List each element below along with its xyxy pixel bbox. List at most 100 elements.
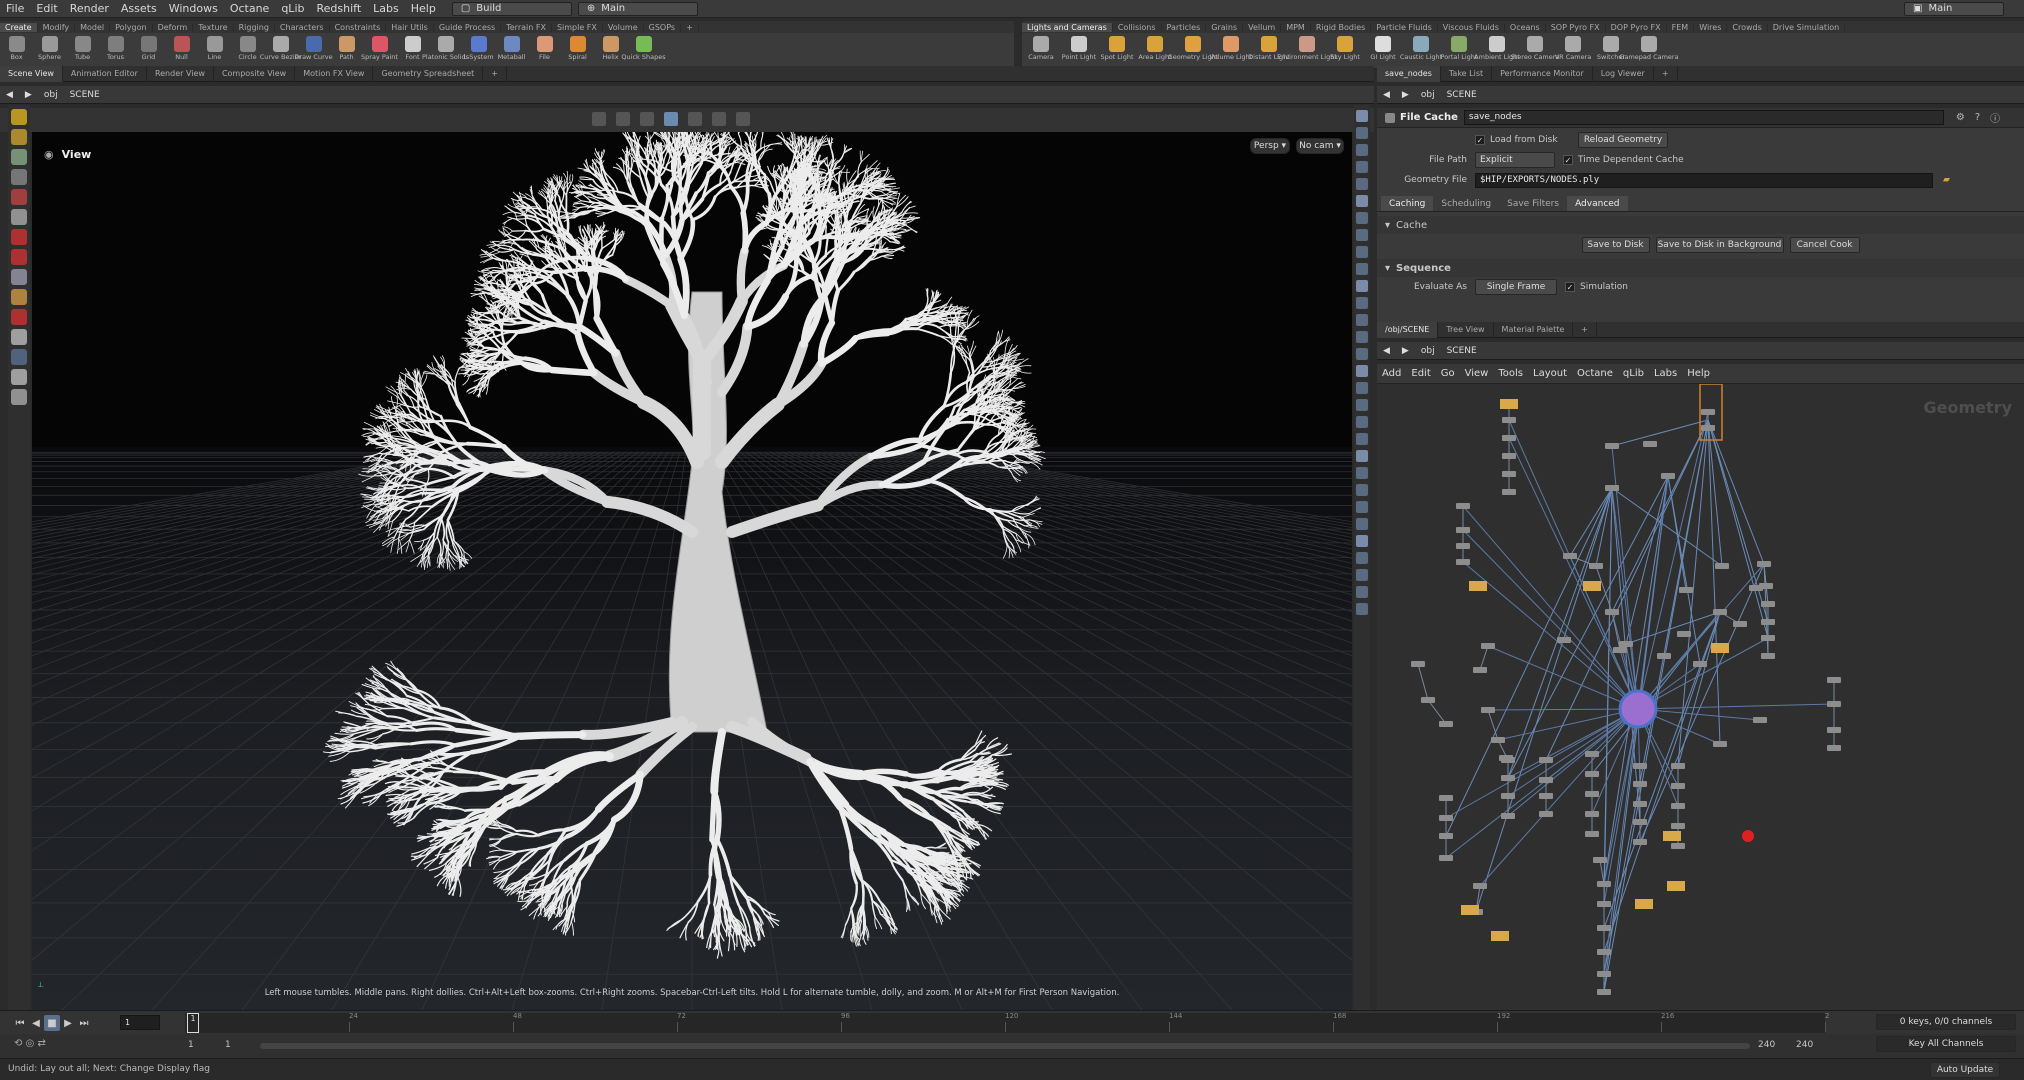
tool-l-system[interactable]: L-System <box>462 33 495 61</box>
network-node[interactable] <box>1693 661 1707 667</box>
snap-icon[interactable] <box>592 112 606 126</box>
network-node[interactable] <box>1456 503 1470 509</box>
forward-icon[interactable]: ▶ <box>19 90 38 100</box>
play-icon[interactable]: ▶ <box>60 1015 76 1031</box>
viewer-tool-icon[interactable] <box>11 129 27 145</box>
snap-icon[interactable] <box>688 112 702 126</box>
timeline-track[interactable]: 24 48 72 96 120 144 168 192 216 2 1 <box>185 1012 1829 1033</box>
path-obj[interactable]: obj <box>1415 90 1441 100</box>
network-node[interactable] <box>1713 741 1727 747</box>
network-node[interactable] <box>1671 783 1685 789</box>
tool-null[interactable]: Null <box>165 33 198 61</box>
network-node[interactable] <box>1761 619 1775 625</box>
range-end2[interactable]: 240 <box>1796 1040 1813 1050</box>
file-node[interactable] <box>1663 831 1681 841</box>
tool-portal-light[interactable]: Portal Light <box>1440 33 1478 61</box>
snap-icon[interactable] <box>712 112 726 126</box>
tool-line[interactable]: Line <box>198 33 231 61</box>
tool-volume-light[interactable]: Volume Light <box>1210 33 1252 61</box>
shelf-tab[interactable]: SOP Pyro FX <box>1546 22 1606 32</box>
display-option-icon[interactable] <box>1356 229 1368 241</box>
shelf-tab[interactable]: Oceans <box>1505 22 1546 32</box>
network-node[interactable] <box>1605 609 1619 615</box>
file-path-mode-menu[interactable]: Explicit <box>1475 152 1555 168</box>
network-node[interactable] <box>1539 757 1553 763</box>
network-node[interactable] <box>1585 811 1599 817</box>
network-node[interactable] <box>1456 559 1470 565</box>
network-node[interactable] <box>1557 637 1571 643</box>
key-all-button[interactable]: Key All Channels <box>1876 1036 2016 1052</box>
playhead[interactable]: 1 <box>187 1013 199 1033</box>
tool-sky-light[interactable]: Sky Light <box>1326 33 1364 61</box>
network-node[interactable] <box>1619 641 1633 647</box>
network-node[interactable] <box>1749 585 1763 591</box>
network-node[interactable] <box>1499 755 1513 761</box>
network-node[interactable] <box>1593 857 1607 863</box>
file-node[interactable] <box>1461 905 1479 915</box>
display-option-icon[interactable] <box>1356 399 1368 411</box>
viewer-tool-icon[interactable] <box>11 229 27 245</box>
viewer-tool-icon[interactable] <box>11 209 27 225</box>
network-node[interactable] <box>1613 647 1627 653</box>
tool-gamepad-camera[interactable]: Gamepad Camera <box>1619 33 1679 61</box>
tool-spray-paint[interactable]: Spray Paint <box>361 33 398 61</box>
network-menu-tools[interactable]: Tools <box>1493 368 1528 379</box>
display-option-icon[interactable] <box>1356 535 1368 547</box>
display-option-icon[interactable] <box>1356 331 1368 343</box>
display-option-icon[interactable] <box>1356 348 1368 360</box>
viewer-tool-icon[interactable] <box>11 389 27 405</box>
tool-box[interactable]: Box <box>0 33 33 61</box>
display-option-icon[interactable] <box>1356 433 1368 445</box>
network-node[interactable] <box>1633 801 1647 807</box>
display-option-icon[interactable] <box>1356 518 1368 530</box>
tool-camera[interactable]: Camera <box>1022 33 1060 61</box>
network-node[interactable] <box>1701 409 1715 415</box>
shelf-tab[interactable]: Particles <box>1162 22 1207 32</box>
pane-tab[interactable]: Material Palette <box>1494 321 1574 338</box>
shelf-tab[interactable]: Grains <box>1206 22 1244 32</box>
shelf-tab[interactable]: GSOPs <box>644 22 682 32</box>
file-node[interactable] <box>1469 581 1487 591</box>
snap-icon[interactable] <box>736 112 750 126</box>
jump-start-icon[interactable]: ⏮ <box>12 1015 28 1031</box>
range-end[interactable]: 240 <box>1758 1040 1775 1050</box>
network-menu-qlib[interactable]: qLib <box>1618 368 1649 379</box>
shelf-tab[interactable]: Deform <box>153 22 194 32</box>
network-node[interactable] <box>1761 635 1775 641</box>
shelf-tab[interactable]: Volume <box>603 22 644 32</box>
display-option-icon[interactable] <box>1356 127 1368 139</box>
forward-icon[interactable]: ▶ <box>1396 90 1415 100</box>
menu-redshift[interactable]: Redshift <box>310 2 367 15</box>
menu-assets[interactable]: Assets <box>115 2 163 15</box>
menu-file[interactable]: File <box>0 2 30 15</box>
auto-update-button[interactable]: Auto Update <box>1930 1062 2000 1078</box>
tool-geometry-light[interactable]: Geometry Light <box>1168 33 1218 61</box>
network-node[interactable] <box>1539 793 1553 799</box>
display-option-icon[interactable] <box>1356 416 1368 428</box>
current-frame-field[interactable]: 1 <box>120 1015 160 1030</box>
tool-path[interactable]: Path <box>330 33 363 61</box>
pane-tab[interactable]: Log Viewer <box>1593 65 1654 82</box>
file-node[interactable] <box>1711 643 1729 653</box>
tool-metaball[interactable]: Metaball <box>495 33 528 61</box>
shelf-tab[interactable]: Terrain FX <box>501 22 552 32</box>
network-node[interactable] <box>1761 653 1775 659</box>
path-scene[interactable]: SCENE <box>1441 346 1483 356</box>
snap-icon[interactable] <box>616 112 630 126</box>
display-option-icon[interactable] <box>1356 246 1368 258</box>
shelf-tab[interactable]: Lights and Cameras <box>1022 22 1113 32</box>
display-option-icon[interactable] <box>1356 195 1368 207</box>
display-option-icon[interactable] <box>1356 467 1368 479</box>
pane-tab[interactable]: Animation Editor <box>63 65 147 82</box>
reload-geometry-button[interactable]: Reload Geometry <box>1578 132 1668 148</box>
simulation-checkbox[interactable]: ✓ <box>1565 282 1575 292</box>
network-node[interactable] <box>1597 971 1611 977</box>
network-node[interactable] <box>1753 717 1767 723</box>
network-node[interactable] <box>1713 609 1727 615</box>
network-node[interactable] <box>1473 667 1487 673</box>
network-node[interactable] <box>1671 803 1685 809</box>
tool-stereo-camera[interactable]: Stereo Camera <box>1511 33 1559 61</box>
network-node[interactable] <box>1597 881 1611 887</box>
menu-edit[interactable]: Edit <box>30 2 63 15</box>
stop-icon[interactable]: ■ <box>44 1015 60 1031</box>
